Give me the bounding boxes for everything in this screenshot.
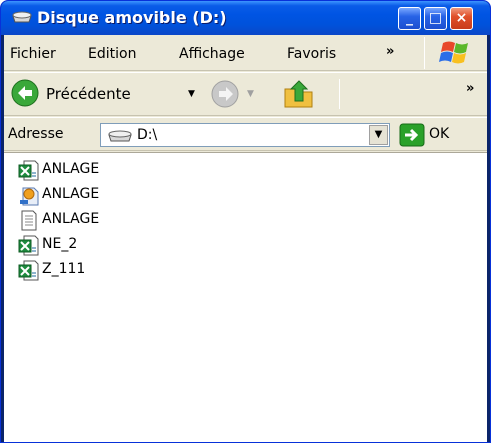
address-field[interactable]: D:\ ▼ bbox=[100, 123, 390, 147]
menu-fichier[interactable]: Fichier bbox=[10, 45, 56, 63]
up-folder-icon[interactable] bbox=[282, 77, 316, 111]
standard-toolbar: Précédente ▼ ▼ » bbox=[4, 72, 487, 116]
menu-edition[interactable]: Edition bbox=[88, 45, 136, 63]
windows-flag-icon bbox=[439, 41, 468, 64]
file-name: Z_111 bbox=[42, 261, 86, 277]
menu-overflow-chevron[interactable]: » bbox=[386, 44, 394, 59]
back-dropdown-arrow-icon[interactable]: ▼ bbox=[188, 89, 195, 99]
back-label: Précédente bbox=[46, 85, 131, 103]
explorer-window: Disque amovible (D:) _ □ × Fichier Editi… bbox=[0, 0, 491, 443]
menu-bar: Fichier Edition Affichage Favoris » bbox=[4, 35, 487, 71]
address-value: D:\ bbox=[137, 127, 158, 143]
excel-file-icon bbox=[18, 235, 39, 256]
maximize-button[interactable]: □ bbox=[424, 7, 447, 30]
text-file-icon bbox=[21, 210, 37, 231]
toolbar-overflow-chevron[interactable]: » bbox=[466, 81, 474, 96]
address-bar: Adresse D:\ ▼ OK bbox=[4, 117, 487, 151]
toolbar-separator bbox=[339, 79, 340, 109]
menu-favoris[interactable]: Favoris bbox=[287, 45, 336, 63]
windows-logo bbox=[424, 37, 484, 69]
go-button-label[interactable]: OK bbox=[429, 126, 449, 142]
file-name: ANLAGE bbox=[42, 161, 100, 177]
close-button[interactable]: × bbox=[450, 7, 473, 30]
menu-affichage[interactable]: Affichage bbox=[179, 45, 245, 63]
excel-file-icon bbox=[18, 160, 39, 181]
drive-icon bbox=[108, 130, 132, 142]
minimize-button[interactable]: _ bbox=[398, 7, 421, 30]
address-dropdown-button[interactable]: ▼ bbox=[369, 125, 388, 145]
shortcut-file-icon bbox=[20, 187, 39, 206]
file-name: ANLAGE bbox=[42, 211, 100, 227]
removable-drive-icon bbox=[12, 11, 32, 23]
address-label: Adresse bbox=[8, 126, 64, 142]
back-arrow-icon bbox=[11, 79, 39, 107]
file-name: ANLAGE bbox=[42, 186, 100, 202]
title-bar[interactable]: Disque amovible (D:) _ □ × bbox=[1, 1, 490, 35]
window-title: Disque amovible (D:) bbox=[37, 8, 227, 27]
client-area: Fichier Edition Affichage Favoris » Préc… bbox=[4, 35, 487, 442]
forward-dropdown-arrow-icon[interactable]: ▼ bbox=[247, 89, 254, 99]
file-name: NE_2 bbox=[42, 236, 78, 252]
file-list: ANLAGE ANLAGE ANLAGE NE_2 Z_111 bbox=[4, 152, 487, 442]
excel-file-icon bbox=[18, 260, 39, 281]
go-arrow-icon[interactable] bbox=[399, 123, 425, 147]
forward-arrow-icon[interactable] bbox=[209, 78, 241, 110]
